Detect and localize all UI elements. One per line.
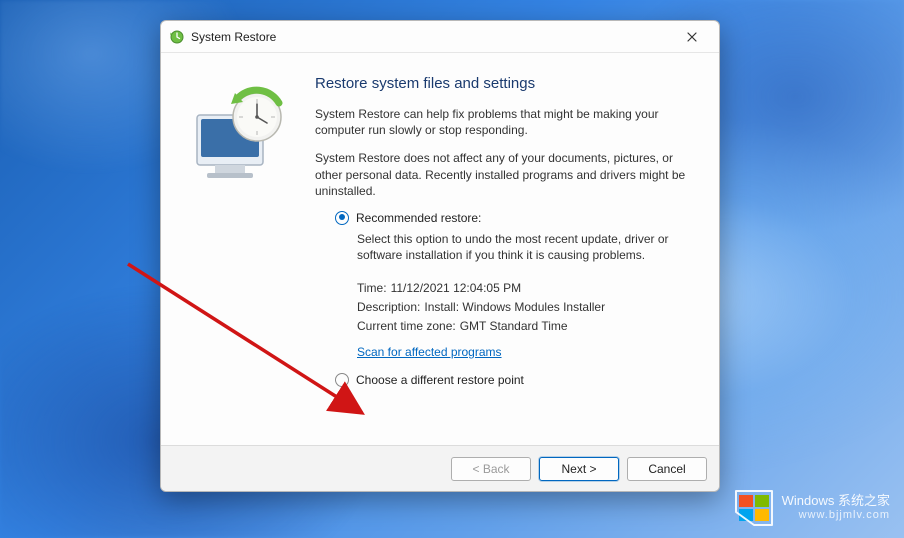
detail-timezone: Current time zone: GMT Standard Time bbox=[357, 317, 699, 336]
description-label: Description: bbox=[357, 298, 420, 317]
back-button[interactable]: < Back bbox=[451, 457, 531, 481]
scan-affected-programs-link[interactable]: Scan for affected programs bbox=[357, 345, 502, 359]
recommended-restore-option[interactable]: Recommended restore: bbox=[335, 211, 699, 225]
graphic-pane bbox=[175, 69, 305, 439]
description-value: Install: Windows Modules Installer bbox=[424, 298, 605, 317]
system-restore-dialog: System Restore bbox=[160, 20, 720, 492]
cancel-button[interactable]: Cancel bbox=[627, 457, 707, 481]
next-button[interactable]: Next > bbox=[539, 457, 619, 481]
radio-unchecked-icon bbox=[335, 373, 349, 387]
restore-point-details: Time: 11/12/2021 12:04:05 PM Description… bbox=[357, 279, 699, 335]
windows-logo-icon bbox=[734, 488, 774, 528]
watermark-line2: www.bjjmlv.com bbox=[782, 509, 890, 523]
close-button[interactable] bbox=[673, 23, 711, 51]
restore-options: Recommended restore: Select this option … bbox=[335, 211, 699, 387]
watermark-line1: Windows 系统之家 bbox=[782, 493, 890, 509]
time-value: 11/12/2021 12:04:05 PM bbox=[391, 279, 522, 298]
detail-description: Description: Install: Windows Modules In… bbox=[357, 298, 699, 317]
timezone-value: GMT Standard Time bbox=[460, 317, 568, 336]
intro-paragraph-1: System Restore can help fix problems tha… bbox=[315, 106, 699, 138]
timezone-label: Current time zone: bbox=[357, 317, 456, 336]
different-restore-label: Choose a different restore point bbox=[356, 373, 524, 387]
dialog-heading: Restore system files and settings bbox=[315, 75, 699, 92]
dialog-footer: < Back Next > Cancel bbox=[161, 445, 719, 491]
watermark-text: Windows 系统之家 www.bjjmlv.com bbox=[782, 493, 890, 523]
window-title: System Restore bbox=[191, 30, 673, 44]
different-restore-point-option[interactable]: Choose a different restore point bbox=[335, 373, 699, 387]
system-restore-icon bbox=[169, 29, 185, 45]
watermark: Windows 系统之家 www.bjjmlv.com bbox=[734, 488, 890, 528]
recommended-restore-description: Select this option to undo the most rece… bbox=[357, 231, 699, 263]
detail-time: Time: 11/12/2021 12:04:05 PM bbox=[357, 279, 699, 298]
intro-paragraph-2: System Restore does not affect any of yo… bbox=[315, 150, 699, 199]
recommended-restore-label: Recommended restore: bbox=[356, 211, 481, 225]
main-pane: Restore system files and settings System… bbox=[305, 69, 699, 439]
radio-checked-icon bbox=[335, 211, 349, 225]
time-label: Time: bbox=[357, 279, 387, 298]
dialog-content: Restore system files and settings System… bbox=[161, 53, 719, 445]
titlebar: System Restore bbox=[161, 21, 719, 53]
restore-graphic-icon bbox=[185, 81, 295, 191]
